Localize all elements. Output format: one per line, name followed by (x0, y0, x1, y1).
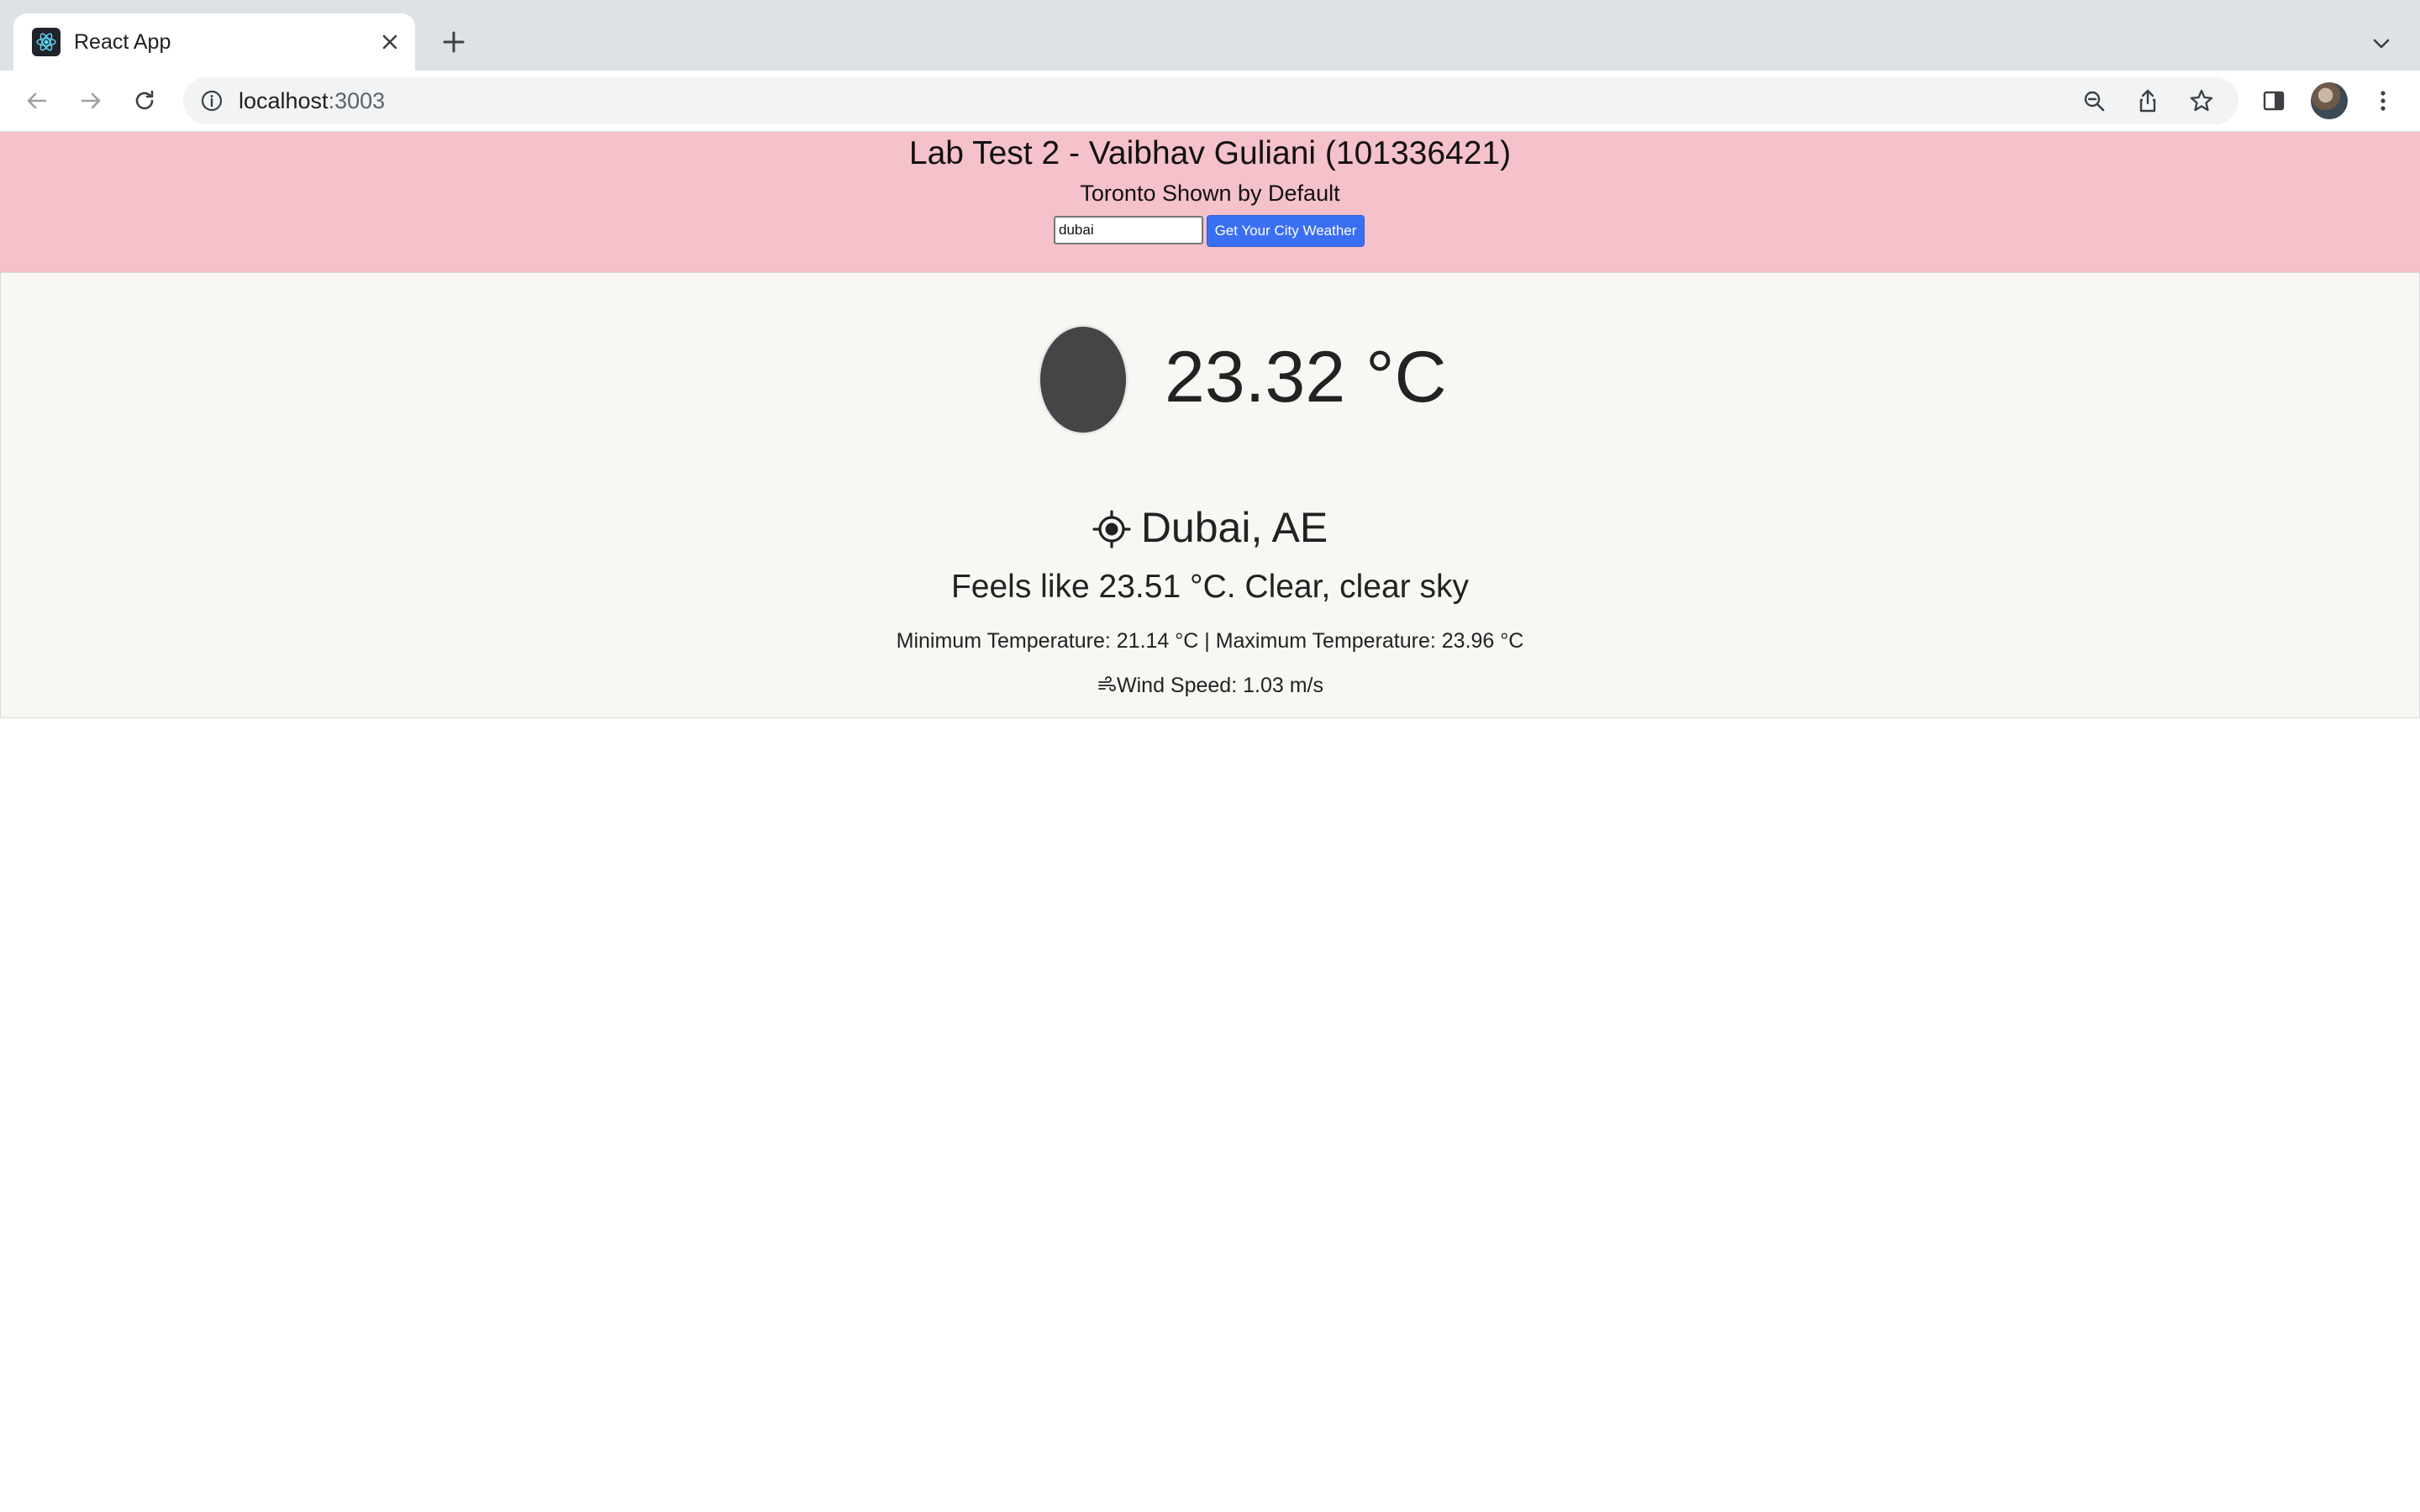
feels-like-description: Feels like 23.51 °C. Clear, clear sky (950, 569, 1469, 605)
address-url: localhost:3003 (239, 77, 385, 124)
location-row: Dubai, AE (0, 503, 2420, 552)
tab-title: React App (74, 30, 171, 54)
url-port: :3003 (328, 88, 386, 113)
wind-row: Wind Speed: 1.03 m/s (0, 674, 2420, 698)
page-title: Lab Test 2 - Vaibhav Guliani (101336421) (908, 135, 1512, 171)
address-bar[interactable]: localhost:3003 (183, 77, 2238, 124)
app-header: Lab Test 2 - Vaibhav Guliani (101336421)… (0, 132, 2420, 272)
share-icon[interactable] (2134, 87, 2161, 114)
new-tab-icon[interactable] (437, 25, 471, 59)
page-content: Lab Test 2 - Vaibhav Guliani (101336421)… (0, 132, 2420, 1512)
side-panel-icon[interactable] (2259, 86, 2289, 116)
wind-speed: Wind Speed: 1.03 m/s (1117, 674, 1323, 697)
browser-tab[interactable]: React App (13, 13, 415, 71)
url-host: localhost (239, 88, 329, 113)
react-logo-icon (32, 28, 60, 56)
close-icon[interactable] (375, 27, 405, 57)
star-icon[interactable] (2188, 87, 2215, 114)
page-subtitle: Toronto Shown by Default (1080, 181, 1340, 206)
kebab-menu-icon[interactable] (2368, 86, 2398, 116)
min-max-temperature: Minimum Temperature: 21.14 °C | Maximum … (896, 629, 1524, 653)
forward-arrow-icon[interactable] (76, 86, 106, 116)
chevron-down-icon[interactable] (2366, 29, 2396, 59)
browser-tabstrip: React App (0, 0, 2420, 71)
browser-toolbar: localhost:3003 (0, 71, 2420, 132)
back-arrow-icon[interactable] (22, 86, 52, 116)
zoom-out-icon[interactable] (2081, 87, 2107, 114)
location-crosshair-icon (1092, 510, 1131, 549)
temperature-value: 23.32 °C (1165, 337, 1447, 417)
get-weather-button[interactable]: Get Your City Weather (1207, 215, 1365, 247)
city-name: Dubai, AE (1140, 504, 1328, 551)
wind-icon (1097, 675, 1117, 696)
city-search-input[interactable] (1054, 216, 1203, 244)
profile-avatar[interactable] (2311, 82, 2348, 119)
reload-icon[interactable] (129, 86, 160, 116)
weather-condition-icon (1040, 327, 1126, 433)
site-info-icon[interactable] (198, 87, 225, 114)
